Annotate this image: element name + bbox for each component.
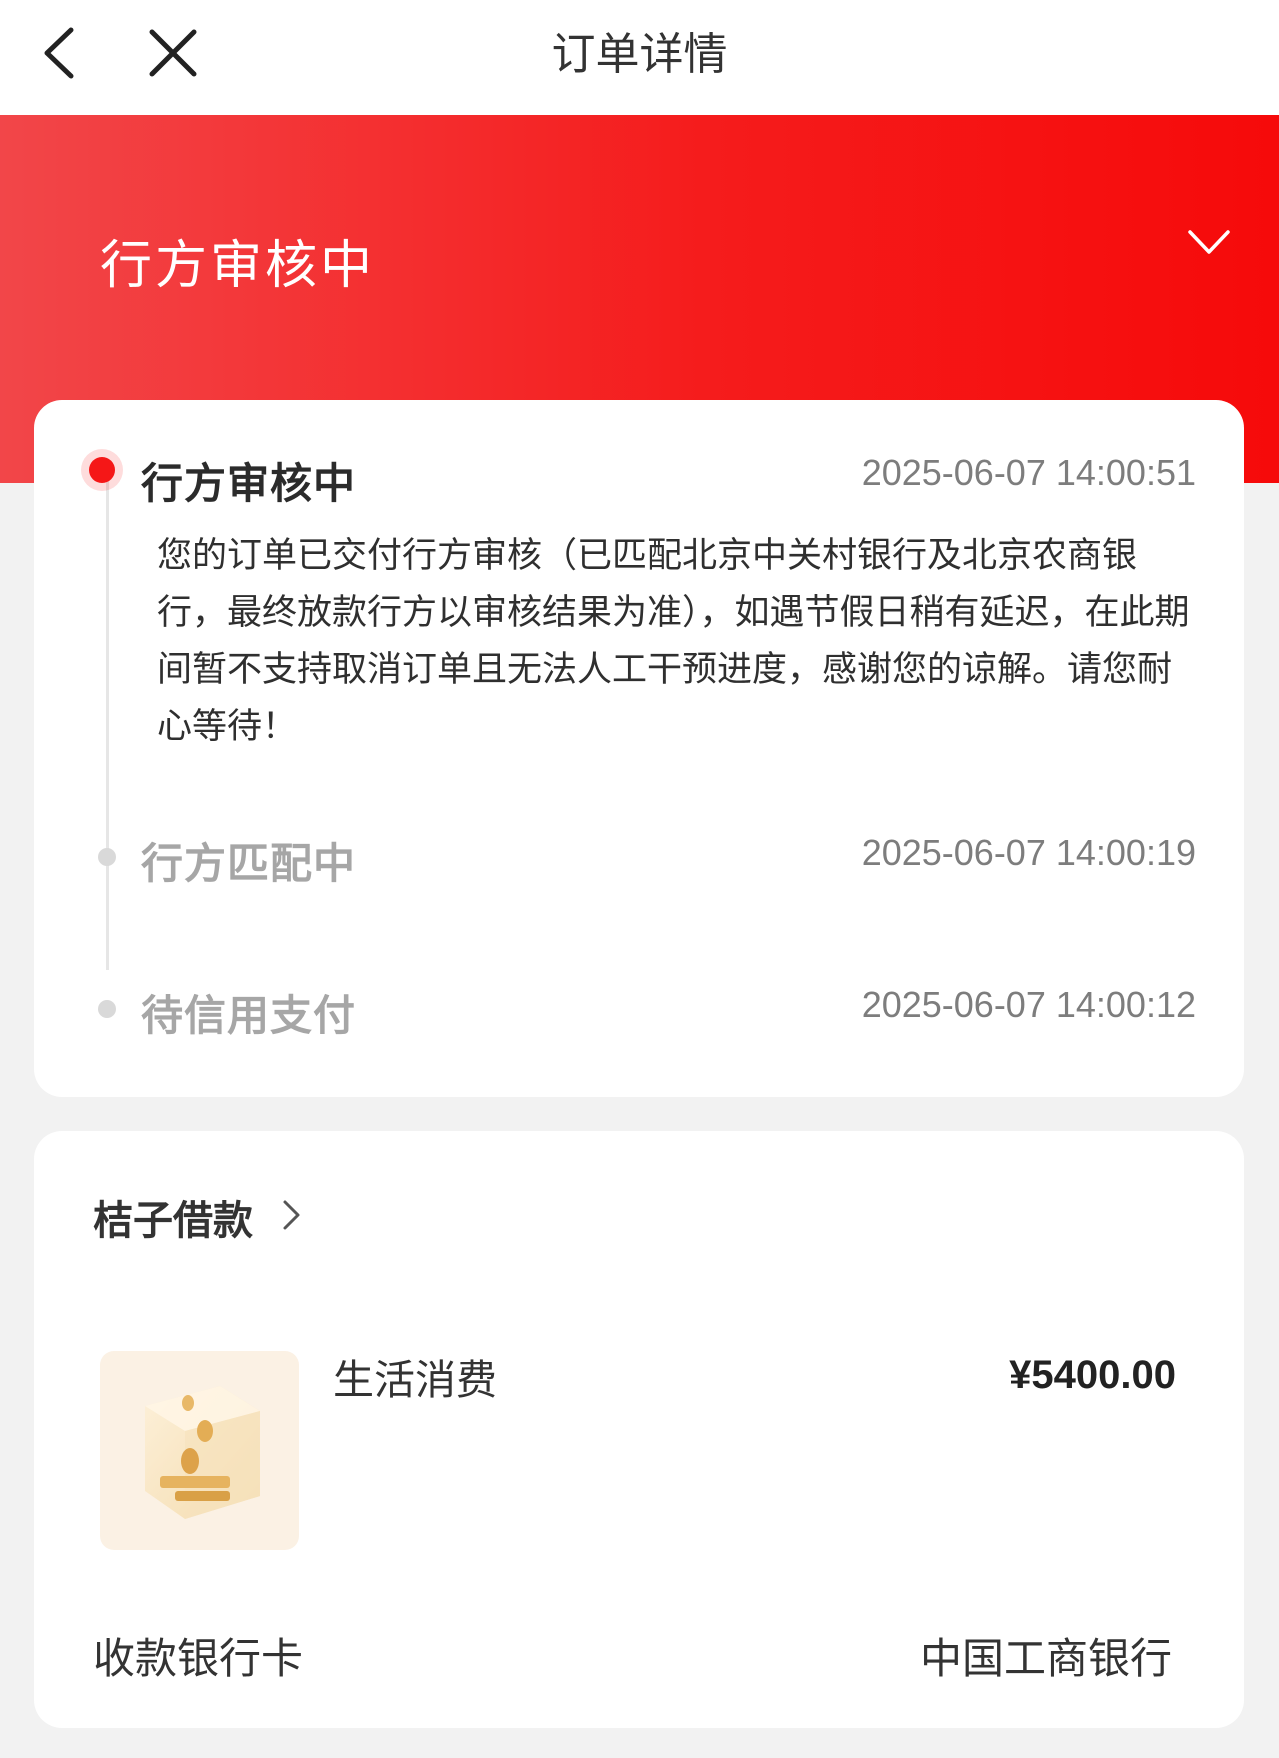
- timeline-line: [106, 470, 109, 970]
- coin-box-icon: [100, 1351, 299, 1550]
- nav-bar: 订单详情: [0, 0, 1279, 115]
- timeline-step-title: 行方匹配中: [141, 839, 357, 888]
- chevron-right-icon[interactable]: [281, 1198, 303, 1232]
- status-title: 行方审核中: [100, 236, 376, 296]
- loan-amount: ¥5400.00: [1009, 1353, 1176, 1397]
- timeline-step-time: 2025-06-07 14:00:12: [861, 984, 1196, 1025]
- loan-detail-card: 桔子借款 生活消费 ¥5400.00 收款银行卡 中国工商银行: [34, 1131, 1244, 1728]
- timeline-dot: [98, 848, 116, 866]
- receiving-bank-name: 中国工商银行: [919, 1634, 1172, 1683]
- loan-purpose: 生活消费: [333, 1356, 497, 1404]
- timeline-dot: [98, 1000, 116, 1018]
- receiving-bank-label: 收款银行卡: [93, 1634, 304, 1683]
- timeline-step-time: 2025-06-07 14:00:19: [861, 832, 1196, 873]
- chevron-down-icon[interactable]: [1186, 227, 1232, 257]
- timeline-dot-active: [89, 457, 115, 483]
- loan-product-link[interactable]: 桔子借款: [93, 1188, 253, 1246]
- timeline-step-title: 待信用支付: [141, 991, 357, 1040]
- timeline-step-title: 行方审核中: [141, 459, 357, 508]
- timeline-step-description: 您的订单已交付行方审核（已匹配北京中关村银行及北京农商银行，最终放款行方以审核结…: [157, 536, 1190, 747]
- status-timeline-card: 行方审核中 2025-06-07 14:00:51 您的订单已交付行方审核（已匹…: [34, 400, 1244, 1097]
- timeline-step-time: 2025-06-07 14:00:51: [861, 452, 1196, 493]
- page-title: 订单详情: [551, 29, 728, 80]
